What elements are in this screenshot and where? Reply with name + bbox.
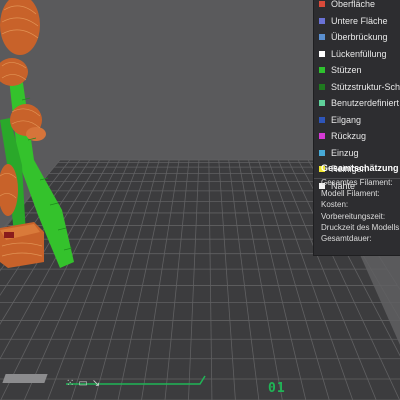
legend-label: Rückzug xyxy=(331,131,367,142)
legend-swatch xyxy=(319,34,325,41)
legend-item[interactable]: Überbrückung xyxy=(314,29,400,46)
toolbar-rect-icon[interactable]: ▭ xyxy=(78,378,87,389)
legend-item[interactable]: Stützstruktur-Schn xyxy=(314,79,400,96)
summary-list: Gesamtes Filament: Modell Filament: Kosten… xyxy=(314,178,400,245)
plate-index-label[interactable]: 01 xyxy=(268,381,286,396)
legend-label: Eilgang xyxy=(331,114,362,125)
summary-row: Vorbereitungszeit: xyxy=(321,211,386,221)
legend-label: Stützen xyxy=(331,65,362,76)
legend-swatch xyxy=(319,1,325,8)
legend-item[interactable]: Eilgang xyxy=(314,112,400,129)
legend-swatch xyxy=(319,83,325,90)
legend-swatch xyxy=(319,50,325,57)
legend-swatch xyxy=(319,133,325,140)
legend-item[interactable]: Rückzug xyxy=(314,128,400,145)
legend-label: Untere Fläche xyxy=(331,15,388,26)
summary-row: Kosten: xyxy=(321,200,349,210)
legend-swatch xyxy=(319,149,325,156)
legend-item[interactable]: Einzug xyxy=(314,145,400,162)
legend-label: Benutzerdefiniert xyxy=(331,98,400,109)
legend-item[interactable]: Benutzerdefiniert xyxy=(314,95,400,112)
summary-row: Gesamtdauer: xyxy=(321,233,372,243)
summary-row: Druckzeit des Modells: xyxy=(321,222,400,232)
legend-label: Überbrückung xyxy=(331,32,388,43)
legend-item[interactable]: Untere Fläche xyxy=(314,13,400,30)
toolbar-dots-icon[interactable]: ⁙ xyxy=(66,378,74,389)
legend-label: Stützstruktur-Schn xyxy=(331,81,400,92)
viewport-toolbar: ⁙ ▭ ↘ xyxy=(66,376,124,390)
legend-swatch xyxy=(319,17,325,24)
legend-item[interactable]: Lückenfüllung xyxy=(314,46,400,63)
legend-swatch xyxy=(319,116,325,123)
toolbar-arrow-icon[interactable]: ↘ xyxy=(92,378,100,389)
printed-model xyxy=(0,0,74,268)
legend-label: Lückenfüllung xyxy=(331,48,387,59)
plate-brand-label xyxy=(2,374,48,383)
summary-row: Gesamtes Filament: xyxy=(321,178,393,187)
legend-swatch xyxy=(319,100,325,107)
summary-row: Modell Filament: xyxy=(321,189,380,199)
legend-panel: Oberfläche Untere Fläche Überbrückung Lücke… xyxy=(313,0,400,256)
legend-swatch xyxy=(319,67,325,74)
legend-label: Oberfläche xyxy=(331,0,376,10)
legend-item[interactable]: Oberfläche xyxy=(314,0,400,13)
legend-label: Einzug xyxy=(331,147,359,158)
summary-title: Gesamtschätzung xyxy=(314,163,400,179)
legend-item[interactable]: Stützen xyxy=(314,62,400,79)
